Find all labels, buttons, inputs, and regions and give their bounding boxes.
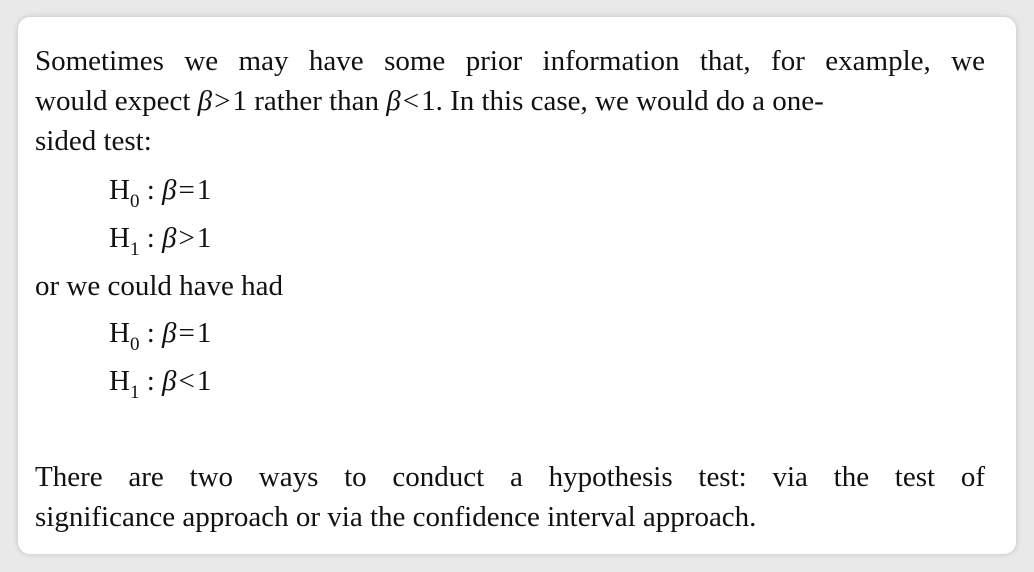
h-letter: H [109, 222, 130, 254]
greater-than-symbol: > [214, 85, 231, 117]
beta-symbol: β [162, 317, 177, 349]
test1-null-hypothesis: H0 : β=1 [109, 170, 211, 214]
operator: = [178, 174, 195, 206]
connector-text: or we could have had [35, 270, 284, 302]
operator: > [178, 222, 195, 254]
intro-line-1: Sometimes we may have some prior informa… [35, 45, 985, 77]
value: 1 [196, 317, 212, 349]
inline-value: 1 [232, 85, 247, 117]
value: 1 [196, 365, 212, 397]
beta-symbol: β [162, 174, 177, 206]
intro-line-2-part-a: would expect [35, 85, 191, 117]
intro-paragraph: Sometimes we may have some prior informa… [35, 41, 985, 161]
inline-value: 1. [421, 85, 443, 117]
beta-symbol: β [386, 85, 401, 117]
operator: < [178, 365, 195, 397]
value: 1 [196, 222, 212, 254]
intro-line-2-part-b: rather than [254, 85, 380, 117]
h-subscript: 0 [129, 334, 140, 355]
test2-alt-hypothesis: H1 : β<1 [109, 361, 211, 405]
colon: : [146, 365, 155, 397]
colon: : [146, 222, 155, 254]
h-letter: H [109, 174, 130, 206]
beta-symbol: β [162, 222, 177, 254]
beta-symbol: β [162, 365, 177, 397]
closing-line-1: There are two ways to conduct a hypothes… [35, 461, 985, 493]
h-subscript: 1 [129, 239, 140, 260]
operator: = [178, 317, 195, 349]
less-than-symbol: < [402, 85, 420, 117]
h-subscript: 1 [129, 382, 140, 403]
intro-line-3: sided test: [35, 125, 152, 157]
intro-line-2-part-c: In this case, we would do a one- [450, 85, 824, 117]
content-card: Sometimes we may have some prior informa… [18, 17, 1016, 554]
closing-paragraph: There are two ways to conduct a hypothes… [35, 457, 985, 537]
h-letter: H [109, 365, 130, 397]
intro-line-2: would expect β>1 rather than β<1. In thi… [35, 81, 985, 121]
value: 1 [196, 174, 212, 206]
test1-alt-hypothesis: H1 : β>1 [109, 218, 211, 262]
colon: : [146, 317, 155, 349]
h-subscript: 0 [129, 191, 140, 212]
test2-null-hypothesis: H0 : β=1 [109, 313, 211, 357]
beta-symbol: β [197, 85, 213, 117]
h-letter: H [109, 317, 130, 349]
colon: : [146, 174, 155, 206]
closing-line-2: significance approach or via the confide… [35, 501, 757, 533]
